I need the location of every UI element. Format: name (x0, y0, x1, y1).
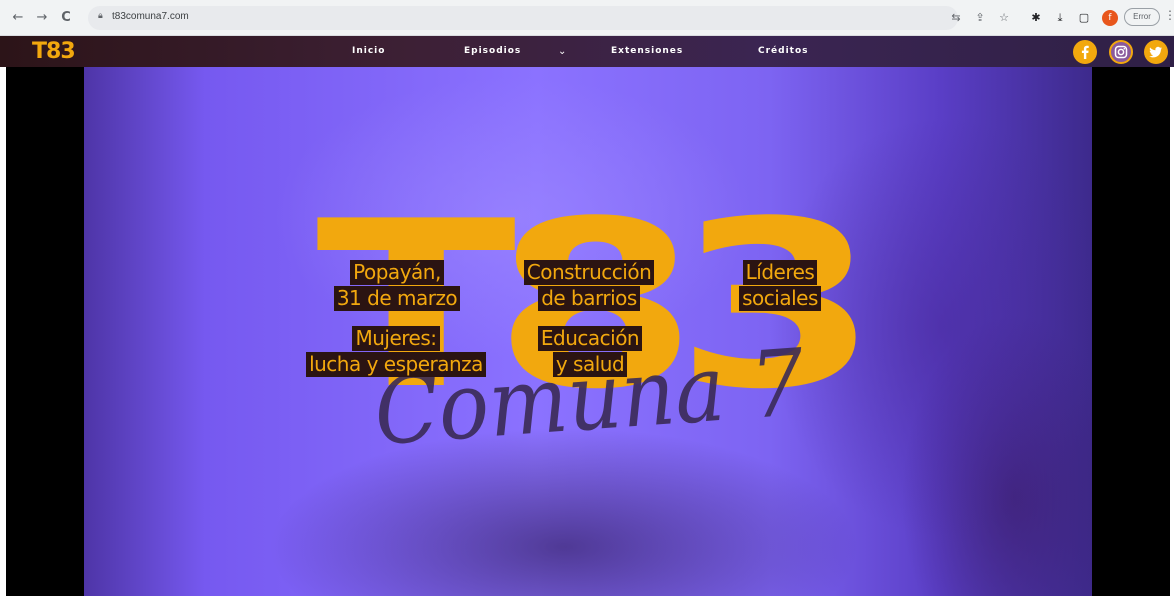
bookmark-star-icon[interactable]: ☆ (996, 10, 1012, 26)
hero-section: T83 Comuna 7 Popayán, 31 de marzo Constr… (0, 67, 1174, 600)
extensions-icon[interactable]: ✱ (1028, 10, 1044, 26)
topic-line: Construcción (523, 260, 655, 285)
topic-popayan[interactable]: Popayán, 31 de marzo (300, 260, 494, 312)
facebook-icon[interactable] (1073, 40, 1097, 64)
side-panel-icon[interactable]: ▢ (1076, 10, 1092, 26)
nav-extensiones[interactable]: Extensiones (611, 36, 683, 67)
topic-line: y salud (552, 352, 628, 377)
share-icon[interactable]: ⇪ (972, 10, 988, 26)
topic-construccion[interactable]: Construcción de barrios (498, 260, 680, 312)
topic-line: de barrios (538, 286, 640, 311)
site-logo[interactable]: T83 (32, 36, 76, 67)
topic-line: sociales (739, 286, 821, 311)
browser-toolbar: ← → C 🔒︎ t83comuna7.com ⇆ ⇪ ☆ ✱ ⤓ ▢ f Er… (0, 0, 1174, 36)
address-bar[interactable]: 🔒︎ t83comuna7.com (88, 6, 958, 30)
nav-inicio[interactable]: Inicio (352, 36, 385, 67)
topic-mujeres[interactable]: Mujeres: lucha y esperanza (286, 326, 506, 378)
topic-line: Popayán, (350, 260, 444, 285)
topic-line: Mujeres: (352, 326, 440, 351)
chevron-down-icon[interactable]: ⌄ (558, 36, 566, 67)
translate-icon[interactable]: ⇆ (948, 10, 964, 26)
topic-line: Líderes (742, 260, 818, 285)
nav-creditos[interactable]: Créditos (758, 36, 809, 67)
profile-avatar[interactable]: f (1102, 10, 1118, 26)
lock-icon: 🔒︎ (98, 11, 103, 21)
nav-episodios[interactable]: Episodios (464, 36, 521, 67)
topic-line: lucha y esperanza (306, 352, 486, 377)
forward-button[interactable]: → (34, 9, 50, 27)
topic-line: 31 de marzo (333, 286, 461, 311)
instagram-icon[interactable] (1109, 40, 1133, 64)
browser-error-button[interactable]: Error (1124, 8, 1160, 26)
topic-educacion[interactable]: Educación y salud (510, 326, 670, 378)
twitter-icon[interactable] (1144, 40, 1168, 64)
site-header: T83 Inicio Episodios ⌄ Extensiones Crédi… (0, 36, 1174, 67)
browser-menu-icon[interactable]: ⋮ (1164, 8, 1174, 22)
download-icon[interactable]: ⤓ (1052, 10, 1068, 26)
topic-line: Educación (537, 326, 643, 351)
topic-lideres[interactable]: Líderes sociales (716, 260, 844, 312)
back-button[interactable]: ← (10, 9, 26, 27)
reload-button[interactable]: C (58, 9, 74, 27)
url-text[interactable]: t83comuna7.com (112, 11, 189, 22)
